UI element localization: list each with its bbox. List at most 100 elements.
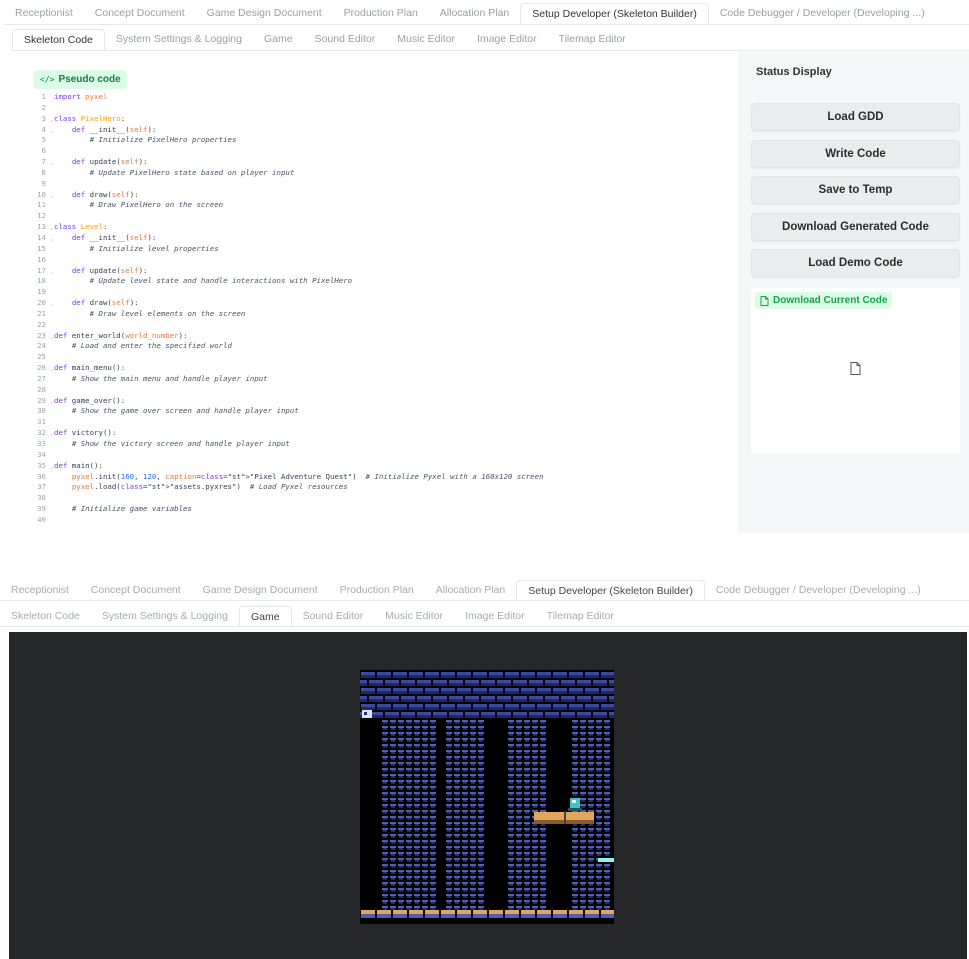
pillar-brick	[470, 852, 476, 854]
brick	[369, 683, 383, 686]
pillar-brick	[533, 884, 537, 886]
pillar-brick	[525, 854, 529, 856]
pillar-brick	[589, 740, 593, 742]
tab-setup-developer-skeleton-builder[interactable]: Setup Developer (Skeleton Builder)	[516, 580, 705, 600]
download-generated-code-button[interactable]: Download Generated Code	[751, 213, 960, 241]
subtab-system-settings-logging[interactable]: System Settings & Logging	[105, 28, 253, 50]
tab-concept-document[interactable]: Concept Document	[84, 2, 196, 24]
pillar-brick	[525, 878, 529, 880]
pillar-brick	[589, 770, 593, 772]
fold-chevron-icon[interactable]: ˬ	[51, 124, 53, 135]
fold-chevron-icon[interactable]: ˬ	[51, 232, 53, 243]
pillar-brick	[605, 854, 609, 856]
floor-brick	[537, 914, 551, 918]
pillar-brick	[414, 834, 420, 836]
fold-chevron-icon[interactable]: ˬ	[51, 460, 53, 471]
pillar-brick	[455, 806, 459, 808]
tab-allocation-plan[interactable]: Allocation Plan	[425, 579, 516, 600]
subtab-system-settings-logging[interactable]: System Settings & Logging	[91, 605, 239, 626]
tab-code-debugger-developer-developing[interactable]: Code Debugger / Developer (Developing ..…	[705, 579, 932, 600]
subtab-music-editor[interactable]: Music Editor	[374, 605, 454, 626]
fold-chevron-icon[interactable]: ˬ	[51, 297, 53, 308]
pillar-brick	[478, 816, 484, 818]
load-gdd-button[interactable]: Load GDD	[751, 103, 960, 131]
subtab-tilemap-editor[interactable]: Tilemap Editor	[548, 28, 637, 50]
pillar-brick	[533, 788, 537, 790]
pillar-brick	[524, 906, 530, 908]
pillar-brick	[580, 726, 586, 728]
pillar-brick	[597, 878, 601, 880]
write-code-button[interactable]: Write Code	[751, 140, 960, 168]
tab-code-debugger-developer-developing[interactable]: Code Debugger / Developer (Developing ..…	[709, 2, 936, 24]
load-demo-code-button[interactable]: Load Demo Code	[751, 249, 960, 277]
pillar-brick	[431, 890, 435, 892]
pillar-brick	[589, 788, 593, 790]
pillar-brick	[406, 804, 412, 806]
pillar-brick	[414, 810, 420, 812]
tab-receptionist[interactable]: Receptionist	[4, 2, 84, 24]
pillar-brick	[573, 884, 577, 886]
tab-setup-developer-skeleton-builder[interactable]: Setup Developer (Skeleton Builder)	[520, 3, 709, 24]
fold-chevron-icon[interactable]: ˬ	[51, 427, 53, 438]
subtab-game[interactable]: Game	[238, 606, 292, 626]
pillar-brick	[532, 804, 538, 806]
subtab-sound-editor[interactable]: Sound Editor	[304, 28, 387, 50]
floor-brick	[569, 914, 583, 918]
tab-receptionist[interactable]: Receptionist	[0, 579, 80, 600]
pillar-brick	[391, 722, 395, 724]
pillar-brick	[382, 876, 388, 878]
subtab-skeleton-code[interactable]: Skeleton Code	[0, 605, 91, 626]
fold-chevron-icon[interactable]: ˬ	[51, 395, 53, 406]
pillar-brick	[399, 824, 403, 826]
pillar-brick	[525, 806, 529, 808]
pillar-brick	[589, 722, 593, 724]
tab-concept-document[interactable]: Concept Document	[80, 579, 192, 600]
code-lines[interactable]: 1 import pyxel 2 3 ˬ class PixelHero: 4 ˬ def _…	[32, 92, 738, 526]
pillar-brick	[470, 720, 476, 722]
download-current-code-link[interactable]: Download Current Code	[755, 292, 893, 309]
pillar-brick	[415, 788, 419, 790]
pillar-brick	[509, 854, 513, 856]
subtab-game[interactable]: Game	[253, 28, 304, 50]
pillar-brick	[508, 810, 514, 812]
pillar-brick	[516, 864, 522, 866]
save-to-temp-button[interactable]: Save to Temp	[751, 176, 960, 204]
brick	[377, 704, 391, 707]
subtab-sound-editor[interactable]: Sound Editor	[292, 605, 375, 626]
fold-chevron-icon[interactable]: ˬ	[51, 221, 53, 232]
pillar-brick	[422, 732, 428, 734]
tab-game-design-document[interactable]: Game Design Document	[196, 2, 333, 24]
pillar-brick	[597, 848, 601, 850]
pillar-brick	[541, 794, 545, 796]
pillar-brick	[533, 836, 537, 838]
subtab-image-editor[interactable]: Image Editor	[454, 605, 536, 626]
pillar-brick	[516, 762, 522, 764]
fold-chevron-icon[interactable]: ˬ	[51, 330, 53, 341]
tab-production-plan[interactable]: Production Plan	[329, 579, 425, 600]
subtab-music-editor[interactable]: Music Editor	[386, 28, 466, 50]
game-canvas[interactable]	[353, 670, 623, 924]
subtab-skeleton-code[interactable]: Skeleton Code	[12, 29, 105, 50]
fold-chevron-icon[interactable]: ˬ	[51, 265, 53, 276]
pillar-brick	[447, 836, 451, 838]
fold-chevron-icon[interactable]: ˬ	[51, 189, 53, 200]
download-area[interactable]: Download Current Code	[751, 288, 960, 454]
tab-allocation-plan[interactable]: Allocation Plan	[429, 2, 520, 24]
subtab-tilemap-editor[interactable]: Tilemap Editor	[536, 605, 625, 626]
subtab-image-editor[interactable]: Image Editor	[466, 28, 548, 50]
pillar-brick	[407, 878, 411, 880]
pillar-brick	[588, 744, 594, 746]
pillar-brick	[517, 896, 521, 898]
pillar-brick	[415, 758, 419, 760]
pillar-brick	[604, 894, 610, 896]
fold-chevron-icon[interactable]: ˬ	[51, 362, 53, 373]
fold-chevron-icon[interactable]: ˬ	[51, 113, 53, 124]
pillar-brick	[454, 888, 460, 890]
brick	[529, 680, 543, 683]
code-editor[interactable]: </> Pseudo code 1 import pyxel 2 3 ˬ class Pi…	[28, 64, 738, 530]
fold-chevron-icon[interactable]: ˬ	[51, 156, 53, 167]
tab-production-plan[interactable]: Production Plan	[333, 2, 429, 24]
pillar-brick	[422, 798, 428, 800]
tab-game-design-document[interactable]: Game Design Document	[192, 579, 329, 600]
pillar-brick	[541, 848, 545, 850]
